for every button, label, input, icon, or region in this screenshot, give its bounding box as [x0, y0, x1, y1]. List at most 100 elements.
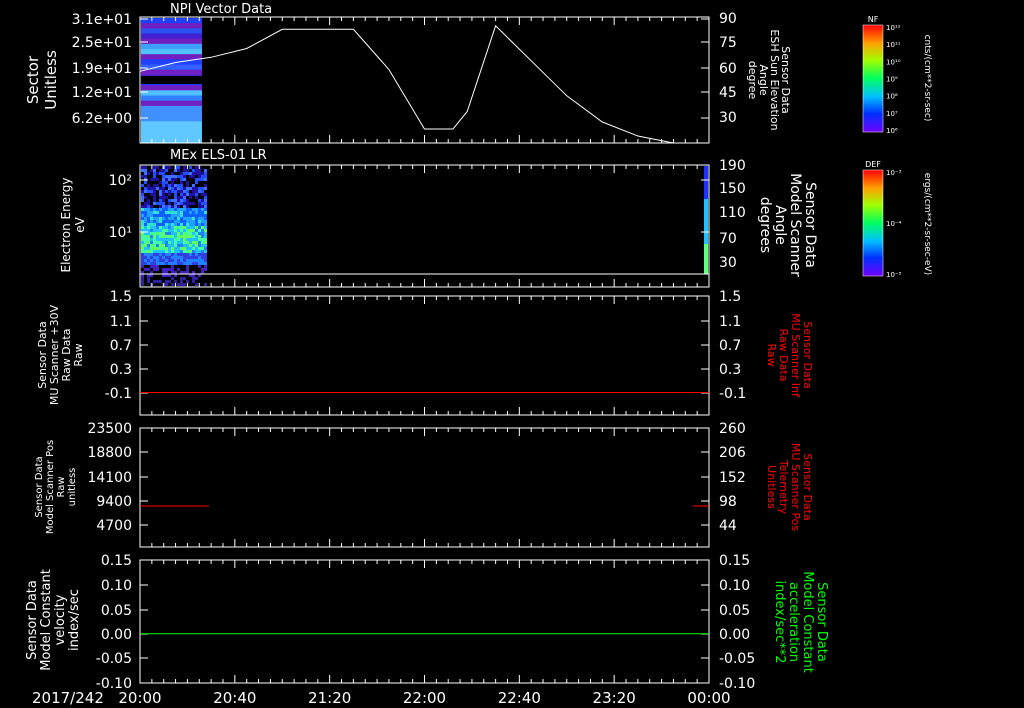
- els-spectrogram-cell: [141, 196, 144, 199]
- els-spectrogram-cell: [156, 208, 159, 211]
- els-spectrogram-cell: [156, 196, 159, 199]
- els-spectrogram-cell: [141, 259, 144, 262]
- els-spectrogram-cell: [198, 205, 201, 208]
- els-spectrogram-cell: [177, 166, 180, 169]
- els-spectrogram-cell: [198, 214, 201, 217]
- els-spectrogram-cell: [150, 235, 153, 238]
- els-spectrogram-cell: [177, 220, 180, 223]
- els-spectrogram-cell: [183, 208, 186, 211]
- els-spectrogram-cell: [144, 214, 147, 217]
- els-spectrogram-cell: [147, 205, 150, 208]
- npi-spectrogram-row: [141, 33, 202, 40]
- els-spectrogram-cell: [153, 220, 156, 223]
- els-spectrogram-cell: [147, 199, 150, 202]
- els-spectrogram-cell: [174, 175, 177, 178]
- els-spectrogram-cell: [180, 181, 183, 184]
- panel-1-rlabel-line4: degree: [746, 61, 759, 100]
- els-spectrogram-cell: [195, 217, 198, 220]
- els-spectrogram-cell: [162, 253, 165, 256]
- colorbar-tick-label: 10⁶: [886, 127, 898, 135]
- els-spectrogram-cell: [174, 187, 177, 190]
- els-spectrogram-cell: [189, 244, 192, 247]
- els-spectrogram-cell: [168, 190, 171, 193]
- els-spectrogram-cell: [201, 217, 204, 220]
- els-spectrogram-cell: [168, 244, 171, 247]
- els-spectrogram-cell: [168, 277, 171, 280]
- els-spectrogram-cell: [159, 181, 162, 184]
- els-spectrogram-cell: [198, 226, 201, 229]
- els-spectrogram-cell: [147, 193, 150, 196]
- els-spectrogram-cell: [177, 241, 180, 244]
- panel-4-ylabel-line2: Model Scanner Pos: [45, 440, 56, 534]
- els-spectrogram-cell: [195, 235, 198, 238]
- els-spectrogram-cell: [162, 202, 165, 205]
- els-spectrogram-cell: [159, 256, 162, 259]
- els-spectrogram-cell: [189, 178, 192, 181]
- els-spectrogram-cell: [189, 253, 192, 256]
- els-spectrogram-cell: [204, 190, 207, 193]
- els-spectrogram-cell: [201, 226, 204, 229]
- els-spectrogram-cell: [204, 253, 207, 256]
- els-spectrogram-cell: [189, 247, 192, 250]
- els-spectrogram-cell: [204, 187, 207, 190]
- els-spectrogram-cell: [195, 262, 198, 265]
- left-tick-label: 1.9e+01: [72, 61, 132, 77]
- colorbar-tick-label: 10⁸: [886, 93, 898, 101]
- els-spectrogram-cell: [195, 283, 198, 286]
- els-edge-cell: [704, 208, 708, 211]
- els-spectrogram-cell: [153, 199, 156, 202]
- els-spectrogram-cell: [159, 175, 162, 178]
- els-edge-cell: [704, 196, 708, 199]
- panel-5-ylabel-line1: Sensor Data: [25, 580, 40, 660]
- els-spectrogram-cell: [162, 172, 165, 175]
- els-spectrogram-cell: [168, 172, 171, 175]
- els-spectrogram-cell: [195, 277, 198, 280]
- colorbar-tick-label: 10⁹: [886, 76, 898, 84]
- els-spectrogram-cell: [198, 175, 201, 178]
- els-spectrogram-cell: [192, 208, 195, 211]
- els-spectrogram-cell: [198, 262, 201, 265]
- els-spectrogram-cell: [183, 253, 186, 256]
- els-spectrogram-cell: [144, 241, 147, 244]
- els-edge-cell: [704, 259, 708, 262]
- panel-5-ylabel-line3: velocity: [53, 594, 68, 645]
- colorbar-tick-label: 10⁻⁴: [886, 220, 902, 228]
- els-spectrogram-cell: [192, 283, 195, 286]
- els-spectrogram-cell: [204, 202, 207, 205]
- els-spectrogram-cell: [186, 259, 189, 262]
- els-spectrogram-cell: [165, 241, 168, 244]
- els-edge-cell: [704, 235, 708, 238]
- els-spectrogram-cell: [159, 178, 162, 181]
- els-spectrogram-cell: [156, 247, 159, 250]
- right-tick-label: 110: [719, 205, 746, 221]
- npi-spectrogram-row: [141, 49, 202, 55]
- els-spectrogram-cell: [168, 184, 171, 187]
- els-spectrogram-cell: [153, 208, 156, 211]
- els-spectrogram-cell: [201, 178, 204, 181]
- els-spectrogram-cell: [162, 247, 165, 250]
- npi-spectrogram-row: [141, 69, 202, 76]
- time-tick-label: 23:20: [593, 689, 636, 707]
- els-spectrogram-cell: [183, 217, 186, 220]
- els-spectrogram-cell: [183, 175, 186, 178]
- els-spectrogram-cell: [201, 196, 204, 199]
- els-spectrogram-cell: [195, 175, 198, 178]
- els-spectrogram-cell: [159, 220, 162, 223]
- els-spectrogram-cell: [153, 175, 156, 178]
- els-spectrogram-cell: [180, 247, 183, 250]
- els-spectrogram-cell: [186, 223, 189, 226]
- left-tick-label: 23500: [87, 421, 132, 437]
- els-spectrogram-cell: [171, 280, 174, 283]
- els-spectrogram-cell: [198, 172, 201, 175]
- colorbar-def-units: ergs/(cm**2-sr-sec-eV): [922, 173, 932, 275]
- els-spectrogram-cell: [201, 208, 204, 211]
- els-spectrogram-cell: [186, 202, 189, 205]
- els-spectrogram-cell: [168, 211, 171, 214]
- els-spectrogram-cell: [180, 190, 183, 193]
- els-spectrogram-cell: [186, 175, 189, 178]
- els-spectrogram-cell: [153, 202, 156, 205]
- els-spectrogram-cell: [204, 250, 207, 253]
- els-spectrogram-cell: [192, 190, 195, 193]
- els-spectrogram-cell: [201, 280, 204, 283]
- els-spectrogram-cell: [183, 214, 186, 217]
